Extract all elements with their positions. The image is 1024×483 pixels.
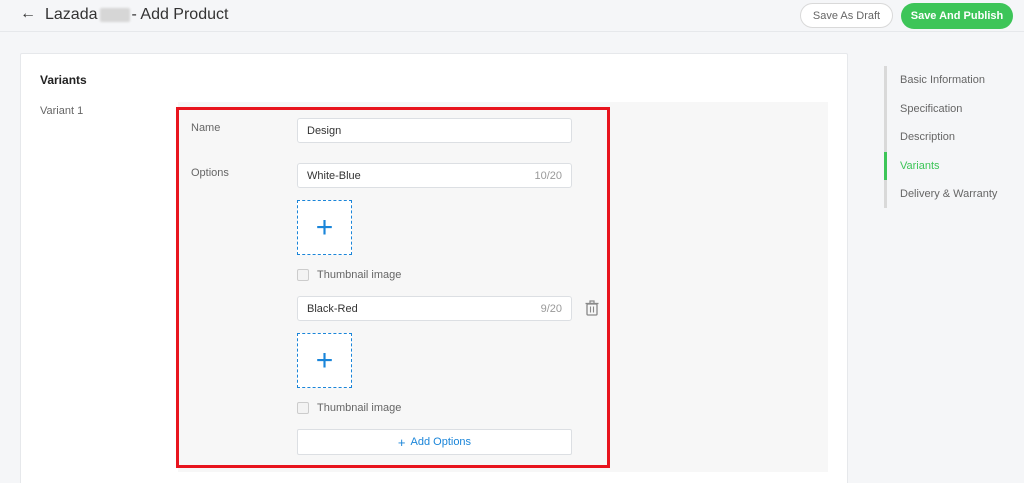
page-title-suffix: - Add Product — [131, 6, 229, 23]
nav-track — [884, 66, 887, 208]
redacted-text — [99, 8, 130, 22]
highlight-box — [176, 107, 610, 468]
nav-active-indicator — [884, 152, 887, 180]
top-bar: ← Lazada - Add Product Save As Draft Sav… — [0, 0, 1024, 32]
nav-item-specification[interactable]: Specification — [900, 103, 962, 115]
variant-label: Variant 1 — [40, 105, 84, 117]
save-as-draft-button[interactable]: Save As Draft — [800, 3, 893, 28]
save-and-publish-button[interactable]: Save And Publish — [901, 3, 1013, 29]
nav-item-description[interactable]: Description — [900, 131, 955, 143]
page-title: Lazada - Add Product — [45, 6, 228, 24]
nav-item-variants[interactable]: Variants — [900, 160, 940, 172]
variants-card: Variants Variant 1 Name Design Options W… — [20, 53, 848, 483]
back-arrow-icon[interactable]: ← — [20, 5, 36, 23]
page-title-prefix: Lazada — [45, 6, 98, 23]
nav-item-basic-information[interactable]: Basic Information — [900, 74, 985, 86]
nav-item-delivery-warranty[interactable]: Delivery & Warranty — [900, 188, 997, 200]
section-title: Variants — [40, 73, 87, 87]
